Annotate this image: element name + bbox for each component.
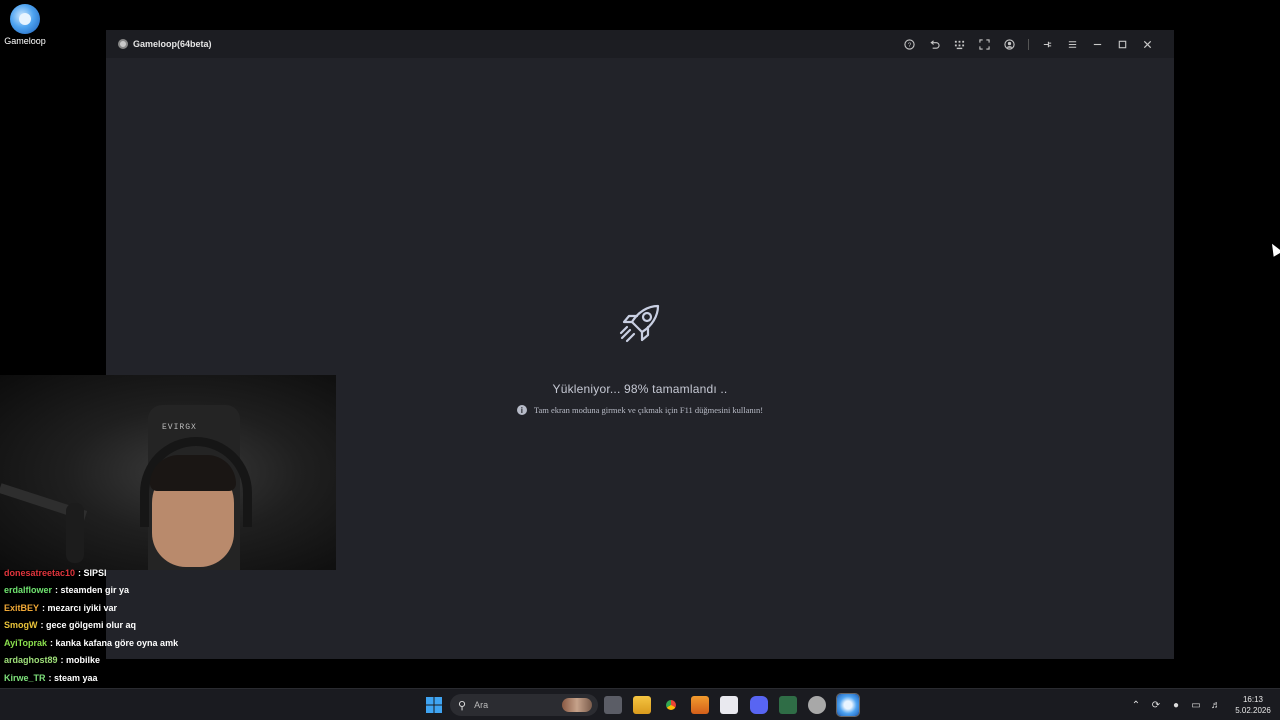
maximize-icon[interactable] (1110, 30, 1135, 58)
chat-username[interactable]: donesatreetac10 (4, 568, 75, 578)
discord-icon[interactable] (750, 696, 768, 714)
chat-line: Kirwe_TR: steam yaa (0, 669, 340, 687)
keymap-icon[interactable] (947, 30, 972, 58)
window-title: Gameloop(64beta) (133, 39, 212, 49)
display-icon[interactable]: ▭ (1186, 700, 1206, 711)
help-icon[interactable]: ? (897, 30, 922, 58)
chat-username[interactable]: ExitBEY (4, 603, 39, 613)
desktop-icon-label: Gameloop (4, 36, 46, 46)
fullscreen-icon[interactable] (972, 30, 997, 58)
taskbar: ⚲ Ara ⌃ ⟳ ● ▭ ♬ 16:13 5.02.2026 (0, 688, 1280, 720)
chat-line: donesatreetac10: SIPSI (0, 564, 340, 582)
titlebar-tools: ? (897, 30, 1160, 58)
chat-line: SmogW: gece gölgemi olur aq (0, 617, 340, 635)
microphone-icon[interactable]: ● (1166, 700, 1186, 711)
store-icon[interactable] (720, 696, 738, 714)
app-logo-icon (118, 39, 128, 49)
search-highlight-image (562, 698, 592, 712)
chat-message: : steam yaa (48, 672, 98, 683)
titlebar[interactable]: Gameloop(64beta) ? (106, 30, 1174, 58)
sync-icon[interactable]: ⟳ (1146, 700, 1166, 711)
start-icon[interactable] (425, 696, 443, 714)
svg-text:?: ? (908, 41, 912, 48)
clock-date: 5.02.2026 (1235, 706, 1271, 715)
chat-username[interactable]: ardaghost89 (4, 655, 58, 665)
fullscreen-hint-text: Tam ekran moduna girmek ve çıkmak için F… (533, 405, 764, 415)
gameloop-taskbar-icon[interactable] (836, 693, 860, 717)
task-view-icon[interactable] (604, 696, 622, 714)
chat-message: : mezarcı iyiki var (42, 602, 118, 613)
system-tray: ⌃ ⟳ ● ▭ ♬ 16:13 5.02.2026 (1126, 689, 1280, 720)
rocket-icon (614, 298, 666, 350)
toolbar-divider (1028, 38, 1029, 50)
fl-studio-icon[interactable] (691, 696, 709, 714)
minimize-icon[interactable] (1085, 30, 1110, 58)
chat-message: : kanka kafana göre oyna amk (50, 637, 179, 648)
info-icon: i (516, 405, 527, 415)
streamer-hair (150, 455, 236, 491)
chat-username[interactable]: erdalflower (4, 585, 52, 595)
clock-time: 16:13 (1242, 695, 1264, 704)
volume-icon[interactable]: ♬ (1206, 700, 1226, 711)
chat-message: : SIPSI (78, 567, 107, 578)
gameloop-icon (10, 4, 40, 34)
search-placeholder: Ara (474, 700, 489, 710)
menu-icon[interactable] (1060, 30, 1085, 58)
chat-username[interactable]: SmogW (4, 620, 38, 630)
undo-icon[interactable] (922, 30, 947, 58)
chair-brand-logo: EVIRGX (162, 423, 197, 432)
file-explorer-icon[interactable] (633, 696, 651, 714)
chrome-icon[interactable] (662, 696, 680, 714)
close-icon[interactable] (1135, 30, 1160, 58)
chat-message: : gece gölgemi olur aq (40, 620, 137, 631)
desktop: Gameloop Gameloop(64beta) ? Yükleniyor..… (0, 0, 1280, 720)
clock[interactable]: 16:13 5.02.2026 (1226, 694, 1280, 716)
chat-line: ExitBEY: mezarcı iyiki var (0, 599, 340, 617)
chat-username[interactable]: AyiToprak (4, 638, 47, 648)
excel-icon[interactable] (779, 696, 797, 714)
webcam-overlay: EVIRGX (0, 375, 336, 570)
chat-line: AyiToprak: kanka kafana göre oyna amk (0, 634, 340, 652)
chat-message: : steamden gir ya (55, 585, 130, 596)
chat-line: ardaghost89: mobilke (0, 652, 340, 670)
pin-icon[interactable] (1035, 30, 1060, 58)
app-icon[interactable] (808, 696, 826, 714)
chat-username[interactable]: Kirwe_TR (4, 673, 46, 683)
chevron-up-icon[interactable]: ⌃ (1126, 700, 1146, 711)
search-icon: ⚲ (458, 699, 467, 712)
taskbar-search[interactable]: ⚲ Ara (450, 694, 598, 716)
chat-message: : mobilke (60, 655, 101, 666)
microphone (66, 503, 84, 563)
mouse-cursor-icon (1267, 241, 1280, 257)
desktop-icon-gameloop[interactable]: Gameloop (2, 4, 48, 46)
account-icon[interactable] (997, 30, 1022, 58)
chat-line: erdalflower: steamden gir ya (0, 582, 340, 600)
